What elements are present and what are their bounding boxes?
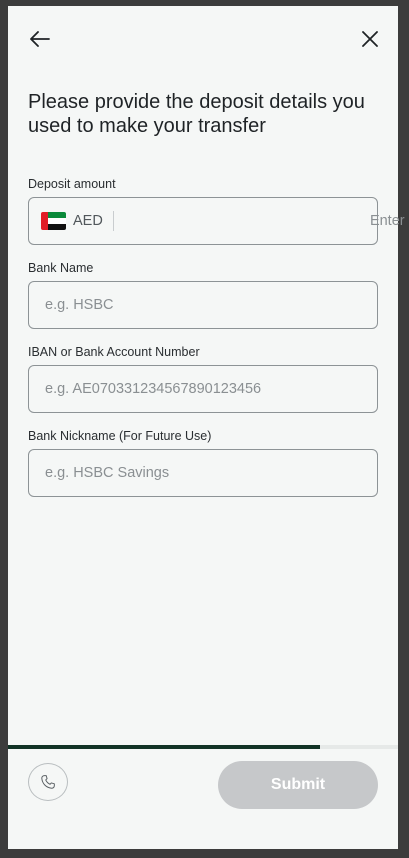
page-title: Please provide the deposit details you u… xyxy=(28,91,365,137)
currency-divider xyxy=(113,211,114,231)
bank-name-field[interactable] xyxy=(28,281,378,329)
deposit-details-panel: Please provide the deposit details you u… xyxy=(8,6,409,849)
progress-fill xyxy=(8,745,320,749)
close-button[interactable] xyxy=(358,27,382,51)
back-button[interactable] xyxy=(28,27,52,51)
progress-bar xyxy=(8,745,398,749)
deposit-amount-input[interactable] xyxy=(125,198,409,244)
currency-code: AED xyxy=(73,213,103,229)
submit-button[interactable]: Submit xyxy=(218,761,378,809)
bank-nickname-label: Bank Nickname (For Future Use) xyxy=(28,429,212,443)
call-support-button[interactable] xyxy=(28,763,68,801)
bank-nickname-input[interactable] xyxy=(29,450,377,496)
deposit-amount-field[interactable]: AED xyxy=(28,197,409,245)
close-icon xyxy=(362,31,378,47)
bank-nickname-field[interactable] xyxy=(28,449,378,497)
arrow-left-icon xyxy=(30,31,50,47)
iban-input[interactable] xyxy=(29,366,377,412)
uae-flag-icon xyxy=(41,212,66,230)
phone-icon xyxy=(41,775,55,789)
bank-name-input[interactable] xyxy=(29,282,377,328)
bank-name-label: Bank Name xyxy=(28,261,94,275)
iban-label: IBAN or Bank Account Number xyxy=(28,345,200,359)
deposit-amount-label: Deposit amount xyxy=(28,177,116,191)
iban-field[interactable] xyxy=(28,365,378,413)
